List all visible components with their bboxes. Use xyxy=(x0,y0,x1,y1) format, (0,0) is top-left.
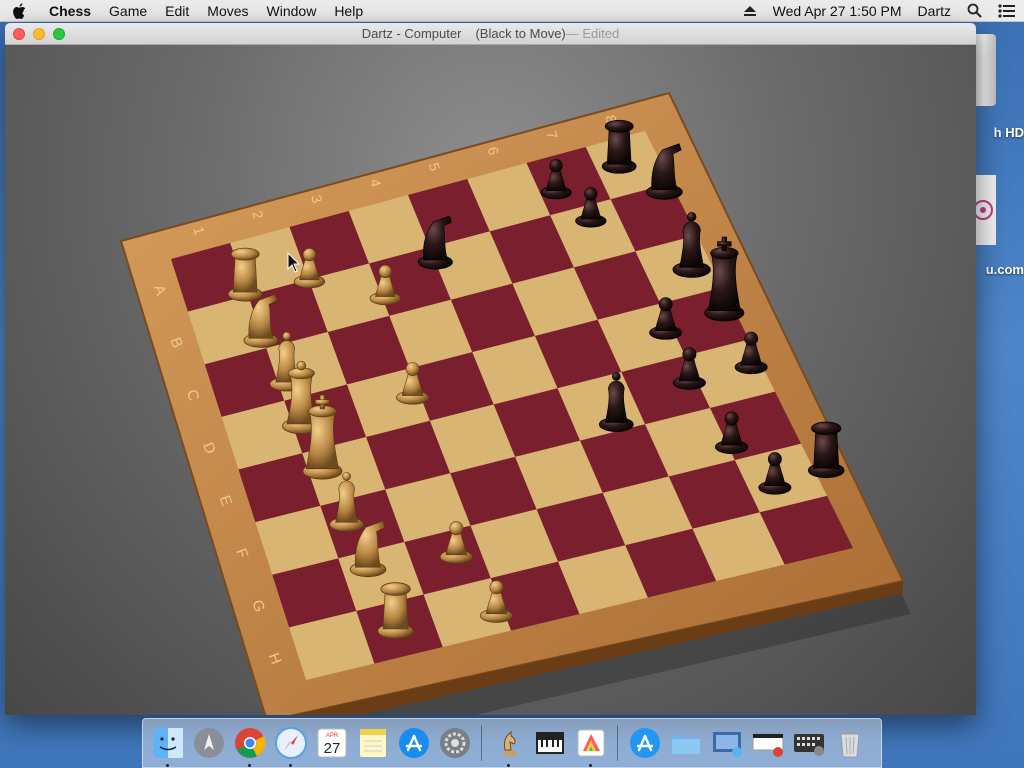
minimize-button[interactable] xyxy=(33,28,45,40)
turn-status: (Black to Move) xyxy=(475,26,566,41)
game-area[interactable]: ABCDEFGH12345678 xyxy=(5,45,976,715)
title-bar[interactable]: Dartz - Computer (Black to Move) — Edite… xyxy=(5,23,976,45)
dock-safari[interactable] xyxy=(270,723,311,767)
user-name[interactable]: Dartz xyxy=(910,0,959,22)
menu-game[interactable]: Game xyxy=(100,0,156,22)
edited-status: — Edited xyxy=(565,26,620,41)
svg-text:APR: APR xyxy=(325,733,338,739)
screenshots-icon xyxy=(712,732,742,757)
piano-icon xyxy=(535,732,564,754)
system-preferences-icon xyxy=(439,728,470,758)
finder-icon xyxy=(152,728,183,758)
running-indicator xyxy=(248,763,251,767)
window-title: Dartz - Computer xyxy=(361,26,462,41)
running-indicator xyxy=(166,763,169,767)
chess-board-view[interactable]: ABCDEFGH12345678 xyxy=(5,45,976,715)
menu-edit[interactable]: Edit xyxy=(156,0,198,22)
dock-folder[interactable] xyxy=(665,723,706,764)
dock-downloads[interactable] xyxy=(747,723,788,764)
launchpad-icon xyxy=(193,728,224,758)
trash-icon xyxy=(839,733,860,758)
chess-icon xyxy=(502,730,517,756)
menu-chess[interactable]: Chess xyxy=(40,0,100,22)
notification-center-icon[interactable] xyxy=(990,3,1024,18)
menu-help[interactable]: Help xyxy=(325,0,372,22)
folder-icon xyxy=(671,735,700,754)
menu-window[interactable]: Window xyxy=(258,0,326,22)
dock-separator xyxy=(481,725,482,761)
dock-trash[interactable] xyxy=(829,723,870,764)
dock-system-preferences[interactable] xyxy=(434,723,475,764)
dock-chrome[interactable] xyxy=(229,723,270,767)
website-label[interactable]: u.com xyxy=(976,262,1024,277)
safari-icon xyxy=(274,727,307,759)
calendar-icon: APR27 xyxy=(317,728,346,758)
running-indicator xyxy=(589,763,592,767)
dock-separator xyxy=(617,725,618,761)
dock-piano[interactable] xyxy=(529,723,570,764)
svg-text:27: 27 xyxy=(323,740,340,757)
zoom-button[interactable] xyxy=(53,28,65,40)
menu-bar: Chess Game Edit Moves Window Help Wed Ap… xyxy=(0,0,1024,22)
eject-icon[interactable] xyxy=(735,5,765,17)
app-store-icon xyxy=(398,728,429,758)
notes-icon xyxy=(359,729,386,757)
dock-applications[interactable] xyxy=(624,723,665,764)
dock-app-store[interactable] xyxy=(393,723,434,764)
clock[interactable]: Wed Apr 27 1:50 PM xyxy=(765,0,910,22)
hard-drive-label[interactable]: h HD xyxy=(976,125,1024,140)
applications-folder-icon xyxy=(629,728,660,758)
running-indicator xyxy=(289,763,292,767)
spotlight-search-icon[interactable] xyxy=(959,3,990,18)
close-button[interactable] xyxy=(13,28,25,40)
dock-finder[interactable] xyxy=(147,723,188,767)
menu-moves[interactable]: Moves xyxy=(198,0,257,22)
chrome-icon xyxy=(234,728,265,758)
dock-color-picker[interactable] xyxy=(570,723,611,767)
dock: APR 27 xyxy=(142,718,882,768)
chess-window: Dartz - Computer (Black to Move) — Edite… xyxy=(5,23,976,715)
apple-menu-icon[interactable] xyxy=(0,2,40,19)
keyboard-viewer-icon xyxy=(793,734,824,756)
dock-chess[interactable] xyxy=(488,723,529,767)
color-picker-icon xyxy=(577,729,604,757)
downloads-icon xyxy=(752,733,783,757)
dock-calendar[interactable]: APR 27 xyxy=(311,723,352,764)
dock-notes[interactable] xyxy=(352,723,393,764)
dock-screenshots[interactable] xyxy=(706,723,747,764)
running-indicator xyxy=(507,763,510,767)
dock-keyboard-viewer[interactable] xyxy=(788,723,829,764)
dock-launchpad[interactable] xyxy=(188,723,229,764)
